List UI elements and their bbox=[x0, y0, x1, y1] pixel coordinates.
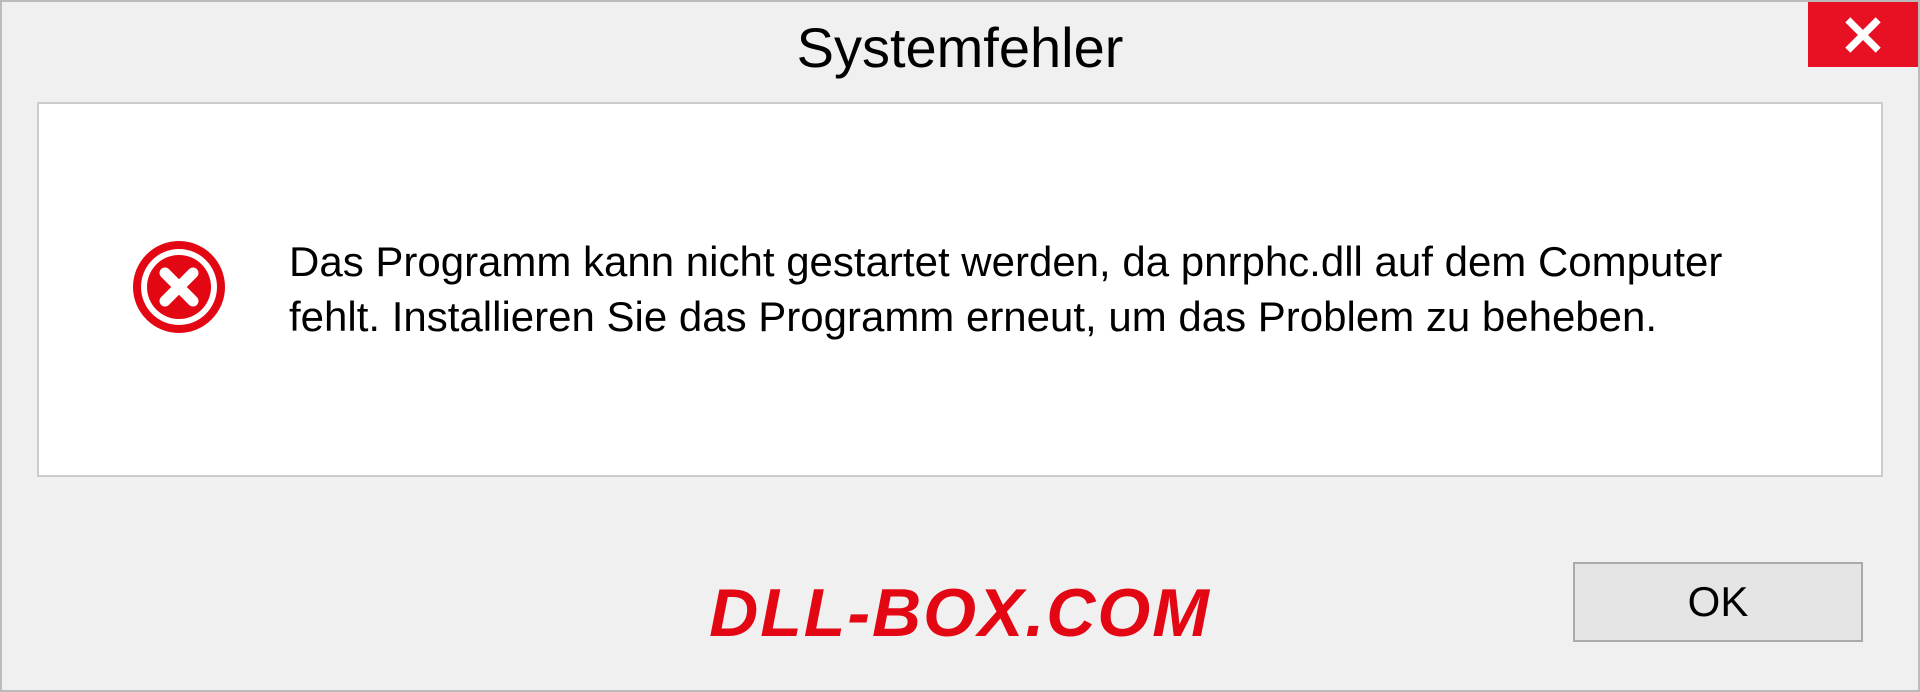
ok-button[interactable]: OK bbox=[1573, 562, 1863, 642]
ok-button-label: OK bbox=[1688, 578, 1749, 626]
close-icon bbox=[1844, 16, 1882, 54]
close-button[interactable] bbox=[1808, 2, 1918, 67]
watermark-text: DLL-BOX.COM bbox=[709, 574, 1211, 652]
titlebar: Systemfehler bbox=[2, 2, 1918, 92]
error-message: Das Programm kann nicht gestartet werden… bbox=[289, 235, 1821, 344]
error-icon bbox=[129, 237, 229, 342]
content-box: Das Programm kann nicht gestartet werden… bbox=[37, 102, 1883, 477]
footer: DLL-BOX.COM OK bbox=[2, 477, 1918, 687]
dialog-title: Systemfehler bbox=[797, 15, 1124, 80]
